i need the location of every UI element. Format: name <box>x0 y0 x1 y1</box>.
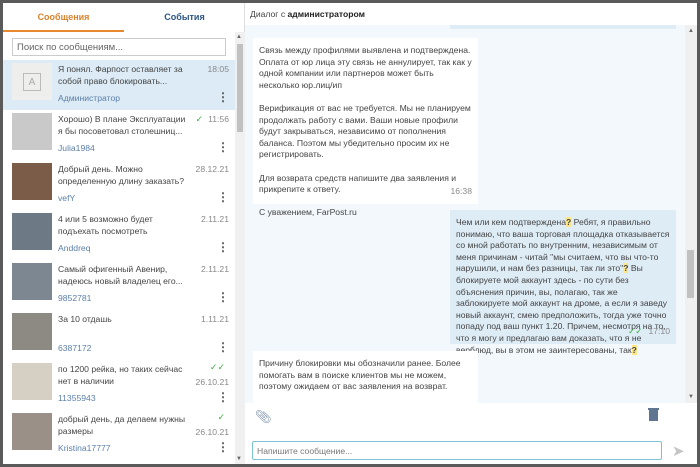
user-name[interactable]: 9852781 <box>58 293 91 303</box>
scrollbar-thumb[interactable] <box>687 250 694 298</box>
item-thumbnail <box>12 263 52 300</box>
dialog-title: Диалог с администратором <box>245 3 697 25</box>
avatar: A <box>12 63 52 100</box>
message-input[interactable] <box>252 441 662 460</box>
message-text: Связь между профилями выявлена и подтвер… <box>259 45 472 90</box>
message-bubble-incoming: Причину блокировки мы обозначили ранее. … <box>253 351 478 403</box>
more-options-icon[interactable]: ⋮ <box>217 91 229 103</box>
conversation-item[interactable]: по 1200 рейка, но таких сейчас нет в нал… <box>3 360 235 410</box>
more-options-icon[interactable]: ⋮ <box>217 141 229 153</box>
conversation-item[interactable]: Хорошо) В плане Эксплуатации я бы посове… <box>3 110 235 160</box>
user-name[interactable]: vefY <box>58 193 75 203</box>
item-thumbnail <box>12 113 52 150</box>
check-icon: ✓ <box>195 114 203 124</box>
conversation-item[interactable]: За 10 отдашь 1.11.21 6387172 ⋮ <box>3 310 235 360</box>
message-time: 1.11.21 <box>200 314 229 324</box>
message-preview: 4 или 5 возможно будет подъехать посмотр… <box>58 214 153 236</box>
double-check-icon: ✓✓ <box>209 362 225 372</box>
message-area: Связь между профилями выявлена и подтвер… <box>245 25 697 403</box>
chat-scrollbar[interactable]: ▲ ▼ <box>685 25 697 403</box>
message-time: 16:38 <box>450 186 472 197</box>
scroll-up-icon[interactable]: ▲ <box>688 28 694 34</box>
message-text: Причину блокировки мы обозначили ранее. … <box>259 358 461 392</box>
message-time: 17:10 <box>648 326 670 337</box>
conversation-item[interactable]: 4 или 5 возможно будет подъехать посмотр… <box>3 210 235 260</box>
more-options-icon[interactable]: ⋮ <box>217 291 229 303</box>
check-icon: ✓ <box>217 412 225 422</box>
more-options-icon[interactable]: ⋮ <box>217 391 229 403</box>
message-text: Для возврата средств напишите два заявле… <box>259 172 457 195</box>
user-name[interactable]: Julia1984 <box>58 143 95 153</box>
user-name[interactable]: 11355943 <box>58 393 96 403</box>
conversation-item[interactable]: Добрый день. Можно определенную длину за… <box>3 160 235 210</box>
item-thumbnail <box>12 313 52 350</box>
send-icon[interactable]: ➤ <box>672 442 685 460</box>
search-input[interactable] <box>12 38 226 56</box>
delete-trash-icon[interactable] <box>648 408 659 421</box>
conversation-item[interactable]: A Я понял. Фарпост оставляет за собой пр… <box>3 60 235 110</box>
tab-events[interactable]: События <box>124 3 245 32</box>
message-preview: добрый день, да делаем нужны размеры <box>58 414 186 436</box>
dialog-panel: Диалог с администратором Связь между про… <box>245 3 697 464</box>
more-options-icon[interactable]: ⋮ <box>217 341 229 353</box>
user-name[interactable]: 6387172 <box>58 343 91 353</box>
message-time: 26.10.21 <box>195 377 229 387</box>
more-options-icon[interactable]: ⋮ <box>217 441 229 453</box>
item-thumbnail <box>12 363 52 400</box>
item-thumbnail <box>12 213 52 250</box>
conversation-list: A Я понял. Фарпост оставляет за собой пр… <box>3 60 235 464</box>
item-thumbnail <box>12 413 52 450</box>
message-preview: Добрый день. Можно определенную длину за… <box>58 164 185 186</box>
message-preview: по 1200 рейка, но таких сейчас нет в нал… <box>58 364 183 386</box>
message-text: Верификация от вас не требуется. Мы не п… <box>259 102 471 160</box>
more-options-icon[interactable]: ⋮ <box>217 241 229 253</box>
message-time: 2.11.21 <box>200 264 229 274</box>
scroll-down-icon[interactable]: ▼ <box>688 394 694 400</box>
scroll-up-icon[interactable]: ▲ <box>236 34 242 40</box>
user-name[interactable]: Anddreq <box>58 243 91 253</box>
message-preview: Хорошо) В плане Эксплуатации я бы посове… <box>58 114 186 136</box>
message-time: 11:56 <box>208 114 229 124</box>
message-bubble-outgoing: Чем или кем подтверждена? Ребят, я прави… <box>450 210 676 355</box>
message-time: 26.10.21 <box>195 427 229 437</box>
user-name[interactable]: Kristina17777 <box>58 443 111 453</box>
message-time: 2.11.21 <box>200 214 229 224</box>
scrollbar-thumb[interactable] <box>237 44 243 132</box>
message-time: 18:05 <box>207 64 229 74</box>
message-preview: За 10 отдашь <box>58 314 112 324</box>
conversation-item[interactable]: добрый день, да делаем нужны размеры ✓ 2… <box>3 410 235 460</box>
read-check-icon: ✓✓ <box>628 326 643 337</box>
scroll-down-icon[interactable]: ▼ <box>236 456 242 462</box>
message-bubble-partial <box>450 25 676 29</box>
message-bubble-incoming: Связь между профилями выявлена и подтвер… <box>253 38 478 217</box>
conversation-item[interactable]: Самый офигенный Авенир, надеюсь новый вл… <box>3 260 235 310</box>
message-preview: Самый офигенный Авенир, надеюсь новый вл… <box>58 264 183 286</box>
user-name[interactable]: Администратор <box>58 93 120 103</box>
list-scrollbar[interactable]: ▲ ▼ <box>235 32 245 464</box>
avatar-letter: A <box>23 72 41 91</box>
attach-paperclip-icon[interactable]: 📎︎ <box>255 409 272 425</box>
dialog-title-prefix: Диалог с <box>250 9 288 19</box>
dialog-partner-name: администратором <box>287 9 365 19</box>
item-thumbnail <box>12 163 52 200</box>
message-preview: Я понял. Фарпост оставляет за собой прав… <box>58 64 183 86</box>
message-time: 28.12.21 <box>195 164 229 174</box>
messenger-window: Сообщения События A Я понял. Фарпост ост… <box>3 3 697 464</box>
conversations-panel: Сообщения События A Я понял. Фарпост ост… <box>3 3 245 464</box>
tab-messages[interactable]: Сообщения <box>3 3 124 32</box>
message-signature: С уважением, FarPost.ru <box>259 207 357 218</box>
more-options-icon[interactable]: ⋮ <box>217 191 229 203</box>
